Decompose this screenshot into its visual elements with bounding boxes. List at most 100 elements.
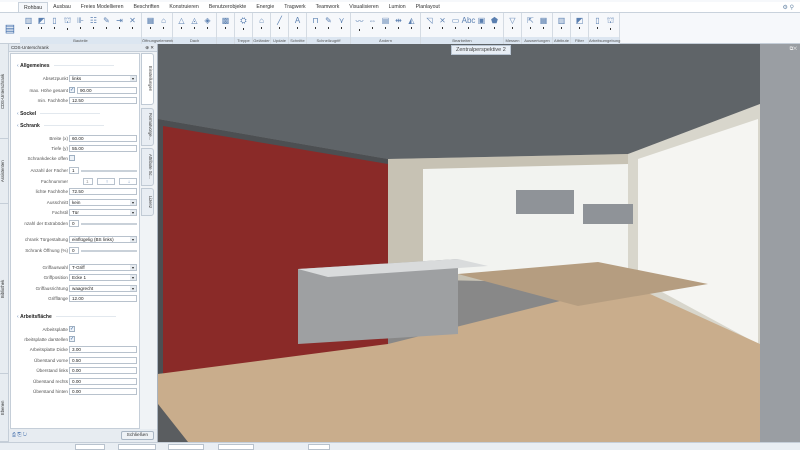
tool-icon[interactable]: ▤: [380, 16, 391, 31]
tool-icon[interactable]: ▣: [476, 16, 487, 31]
status-field[interactable]: [308, 444, 330, 450]
3d-viewport[interactable]: [158, 44, 760, 442]
up-button[interactable]: ↑: [97, 178, 115, 185]
checkbox[interactable]: [69, 155, 75, 161]
tab-konstruieren[interactable]: Konstruieren: [164, 2, 203, 12]
vtab-bibliothek[interactable]: Bibliothek: [0, 204, 9, 374]
favorites-icons[interactable]: ⎙ ⎘ ↻: [12, 432, 27, 438]
tool-icon[interactable]: ▯: [592, 16, 603, 31]
window-controls-icon[interactable]: ⧉✕: [790, 46, 797, 52]
tool-icon[interactable]: ⛫: [62, 16, 73, 31]
tool-icon[interactable]: 〰: [354, 16, 365, 31]
tab-teamwork[interactable]: Teamwork: [311, 2, 345, 12]
status-field[interactable]: [168, 444, 204, 450]
number-input[interactable]: 0: [69, 220, 79, 227]
rtab-attribute[interactable]: Attribute Sc...: [141, 148, 154, 186]
text-input[interactable]: 90.00: [77, 87, 137, 94]
settings-search-icon[interactable]: ⚙ ⚲: [777, 2, 800, 12]
status-field[interactable]: [75, 444, 105, 450]
dropdown[interactable]: einflügelig (BS links): [69, 236, 137, 243]
tab-tragwerk[interactable]: Tragwerk: [279, 2, 310, 12]
tab-lumion[interactable]: Lumion: [384, 2, 411, 12]
tool-icon[interactable]: ⌂: [158, 16, 169, 31]
tab-benutzerobjekte[interactable]: Benutzerobjekte: [204, 2, 252, 12]
number-input[interactable]: 1: [83, 178, 93, 185]
status-field[interactable]: [218, 444, 254, 450]
text-input[interactable]: 0.00: [69, 378, 137, 385]
status-field[interactable]: [118, 444, 156, 450]
tab-ausbau[interactable]: Ausbau: [48, 2, 76, 12]
text-input[interactable]: 0.00: [69, 367, 137, 374]
tab-visualisieren[interactable]: Visualisieren: [344, 2, 383, 12]
slider[interactable]: [81, 170, 137, 172]
number-input[interactable]: 0: [69, 247, 79, 254]
dropdown[interactable]: T-Griff: [69, 264, 137, 271]
slider[interactable]: [81, 223, 137, 225]
tool-icon[interactable]: ▥: [556, 16, 567, 31]
text-input[interactable]: 12.50: [69, 97, 137, 104]
text-input[interactable]: 72.50: [69, 188, 137, 195]
tool-icon[interactable]: Abc: [462, 16, 475, 31]
checkbox[interactable]: ✓: [69, 87, 75, 93]
close-button[interactable]: Schließen: [120, 431, 154, 440]
rtab-einstellungen[interactable]: Einstellungen: [141, 53, 154, 105]
rtab-formatvorgaben[interactable]: Formatvorge...: [141, 108, 154, 146]
vtab-assistenten[interactable]: Assistenten: [0, 139, 9, 204]
text-input[interactable]: 12.00: [69, 295, 137, 302]
slider[interactable]: [81, 250, 137, 252]
tool-icon[interactable]: △: [176, 16, 187, 31]
tool-icon[interactable]: ✎: [101, 16, 112, 31]
tool-icon[interactable]: ⇱: [525, 16, 536, 31]
tool-icon[interactable]: ⇹: [393, 16, 404, 31]
tool-icon[interactable]: ◩: [36, 16, 47, 31]
rtab-lizenz[interactable]: Lizenz: [141, 188, 154, 216]
checkbox[interactable]: ✓: [69, 326, 75, 332]
building-icon[interactable]: ▤: [0, 13, 20, 44]
tool-icon[interactable]: ◭: [406, 16, 417, 31]
section-schrank[interactable]: Schrank: [17, 123, 104, 129]
text-input[interactable]: 55.00: [69, 145, 137, 152]
tool-icon[interactable]: ⛭: [238, 16, 249, 31]
section-sockel[interactable]: Sockel: [17, 111, 101, 117]
vtab-cds[interactable]: CDS-Unterschrank: [0, 44, 9, 139]
tool-icon[interactable]: ▩: [220, 16, 231, 31]
dropdown[interactable]: waagrecht: [69, 285, 137, 292]
tool-icon[interactable]: ⇔: [367, 16, 378, 31]
checkbox[interactable]: ✓: [69, 336, 75, 342]
tool-icon[interactable]: ✎: [323, 16, 334, 31]
tab-energie[interactable]: Energie: [251, 2, 279, 12]
tab-planlayout[interactable]: Planlayout: [411, 2, 445, 12]
text-input[interactable]: 0.50: [69, 357, 137, 364]
tab-beschriften[interactable]: Beschriften: [128, 2, 164, 12]
dropdown[interactable]: links: [69, 75, 137, 82]
tool-icon[interactable]: ⇥: [114, 16, 125, 31]
tool-icon[interactable]: ▥: [23, 16, 34, 31]
dropdown[interactable]: kein: [69, 199, 137, 206]
tool-icon[interactable]: ⛫: [605, 16, 616, 31]
tool-icon[interactable]: ◹: [424, 16, 435, 31]
text-input[interactable]: 0.00: [69, 388, 137, 395]
down-button[interactable]: ↓: [119, 178, 137, 185]
tool-icon[interactable]: ╱: [274, 16, 285, 31]
tool-icon[interactable]: ⊪: [75, 16, 86, 31]
section-allgemeines[interactable]: Allgemeines: [17, 63, 114, 69]
tab-rohbau[interactable]: Rohbau: [18, 2, 49, 12]
tool-icon[interactable]: ⌂: [256, 16, 267, 31]
tool-icon[interactable]: ▽: [507, 16, 518, 31]
tool-icon[interactable]: ▦: [538, 16, 549, 31]
section-arbeitsflaeche[interactable]: Arbeitsfläche: [17, 314, 116, 320]
tool-icon[interactable]: ⊓: [310, 16, 321, 31]
tool-icon[interactable]: ✕: [127, 16, 138, 31]
tool-icon[interactable]: ⬟: [489, 16, 500, 31]
tool-icon[interactable]: ◬: [189, 16, 200, 31]
dropdown[interactable]: Ecke 1: [69, 274, 137, 281]
tool-icon[interactable]: ▭: [450, 16, 461, 31]
text-input[interactable]: 60.00: [69, 135, 137, 142]
dropdown[interactable]: Tür: [69, 209, 137, 216]
vtab-ebenen[interactable]: Ebenen: [0, 374, 9, 442]
tool-icon[interactable]: ⨯: [437, 16, 448, 31]
tab-freies-modellieren[interactable]: Freies Modellieren: [76, 2, 129, 12]
text-input[interactable]: 3.00: [69, 346, 137, 353]
tool-icon[interactable]: A: [292, 16, 303, 31]
tool-icon[interactable]: ⋎: [336, 16, 347, 31]
